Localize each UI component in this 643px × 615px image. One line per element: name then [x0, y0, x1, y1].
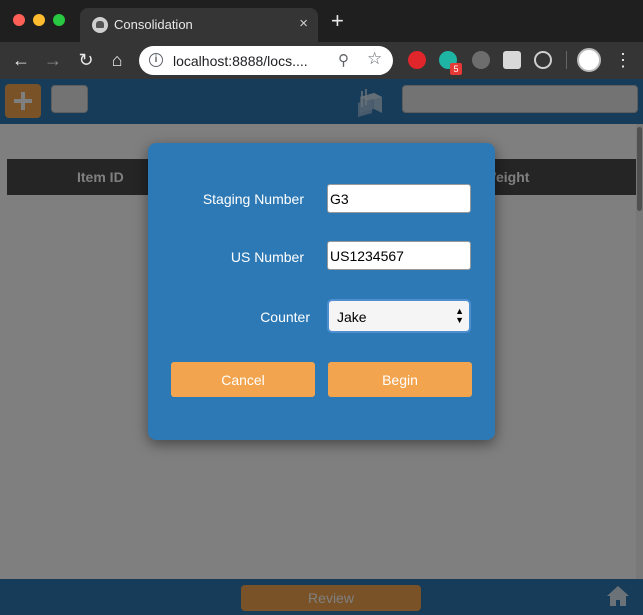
browser-tab[interactable]: Consolidation × [80, 8, 318, 42]
toolbar-divider [566, 51, 567, 69]
profile-avatar[interactable] [577, 48, 601, 72]
back-arrow-icon[interactable]: ← [9, 48, 33, 72]
window-minimize-button[interactable] [33, 14, 45, 26]
window-maximize-button[interactable] [53, 14, 65, 26]
stop-extension-icon[interactable] [408, 51, 426, 69]
zoom-icon[interactable]: ⚲ [338, 51, 349, 69]
reload-icon[interactable]: ↻ [74, 48, 98, 72]
begin-button[interactable]: Begin [328, 362, 472, 397]
address-bar[interactable]: i localhost:8888/locs.... ⚲ ☆ [139, 46, 393, 75]
staging-number-label: Staging Number [202, 191, 304, 207]
home-icon[interactable]: ⌂ [105, 48, 129, 72]
forward-arrow-icon[interactable]: → [41, 48, 65, 72]
us-number-label: US Number [230, 249, 304, 265]
tab-title: Consolidation [114, 17, 193, 32]
staging-number-input[interactable] [327, 184, 471, 213]
new-tab-button[interactable]: + [331, 10, 344, 32]
bookmark-star-icon[interactable]: ☆ [367, 49, 382, 69]
counter-selected-value: Jake [337, 309, 367, 325]
extension-badge: 5 [450, 63, 462, 75]
tab-close-icon[interactable]: × [299, 15, 308, 32]
begin-consolidation-modal: Staging Number US Number Counter Jake ▲▼… [148, 143, 495, 440]
select-arrows-icon: ▲ ▼ [455, 306, 464, 325]
info-icon[interactable]: i [149, 53, 163, 67]
cube-extension-icon[interactable] [503, 51, 521, 69]
us-number-input[interactable] [327, 241, 471, 270]
page: Item ID Weight Review Staging Number US … [0, 79, 643, 615]
window-close-button[interactable] [13, 14, 25, 26]
browser-toolbar: ← → ↻ ⌂ i localhost:8888/locs.... ⚲ ☆ 5 … [0, 42, 643, 79]
bulb-extension-icon[interactable] [472, 51, 490, 69]
tab-favicon-icon [92, 17, 108, 33]
counter-label: Counter [260, 309, 310, 325]
counter-select[interactable]: Jake ▲ ▼ [327, 299, 471, 333]
react-extension-icon[interactable] [534, 51, 552, 69]
more-menu-icon[interactable]: ⋮ [614, 48, 632, 72]
cancel-button[interactable]: Cancel [171, 362, 315, 397]
url-text[interactable]: localhost:8888/locs.... [173, 53, 308, 69]
browser-tabstrip: Consolidation × + [0, 0, 643, 42]
